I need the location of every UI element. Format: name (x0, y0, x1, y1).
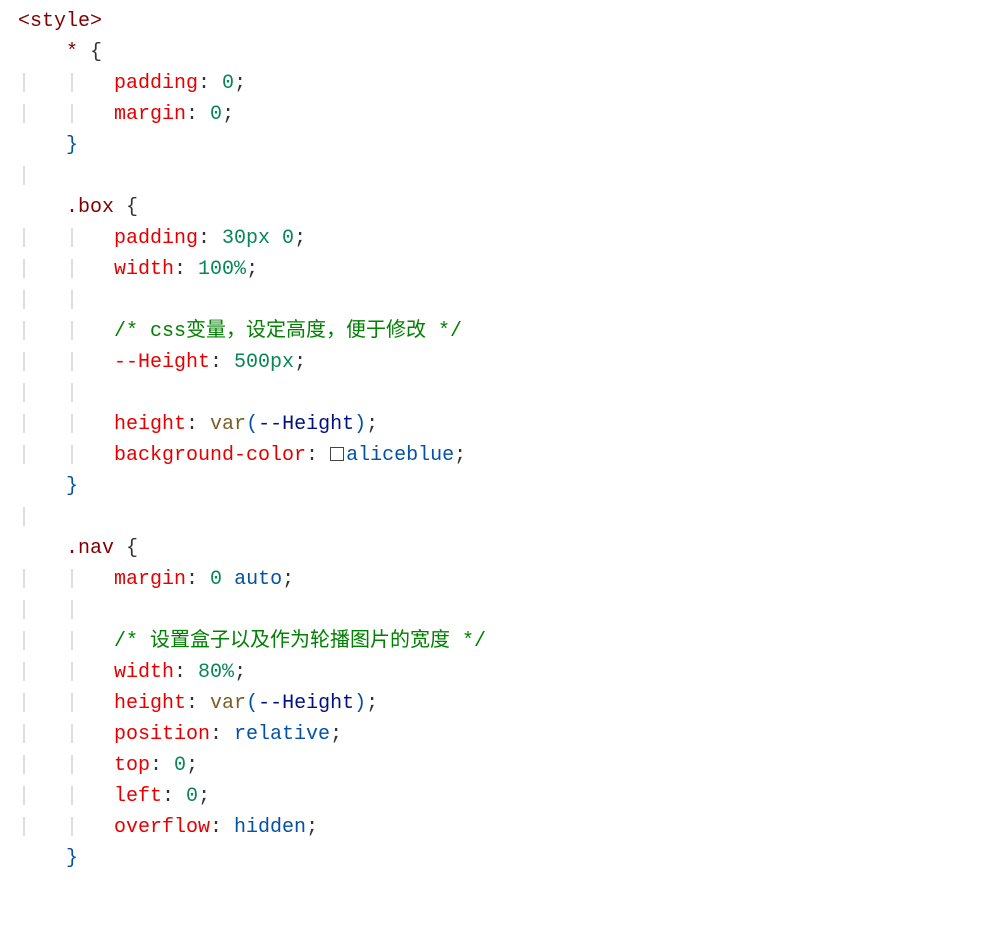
prop-background-color: background-color (114, 444, 306, 467)
prop-height: height (114, 692, 186, 715)
prop-left: left (114, 785, 162, 808)
prop-height-var: --Height (114, 351, 210, 374)
selector-universal: * (66, 41, 78, 64)
prop-height: height (114, 413, 186, 436)
comment: /* 设置盒子以及作为轮播图片的宽度 */ (114, 630, 486, 653)
prop-position: position (114, 723, 210, 746)
selector-nav: .nav (66, 537, 114, 560)
color-swatch-icon (330, 447, 344, 461)
prop-padding: padding (114, 72, 198, 95)
prop-width: width (114, 661, 174, 684)
prop-overflow: overflow (114, 816, 210, 839)
code-block: <style> * { | | padding: 0; | | margin: … (18, 6, 996, 874)
style-open-tag: <style> (18, 10, 102, 33)
prop-width: width (114, 258, 174, 281)
prop-margin: margin (114, 103, 186, 126)
prop-margin: margin (114, 568, 186, 591)
prop-top: top (114, 754, 150, 777)
comment: /* css变量，设定高度，便于修改 */ (114, 320, 462, 343)
prop-padding: padding (114, 227, 198, 250)
selector-box: .box (66, 196, 114, 219)
